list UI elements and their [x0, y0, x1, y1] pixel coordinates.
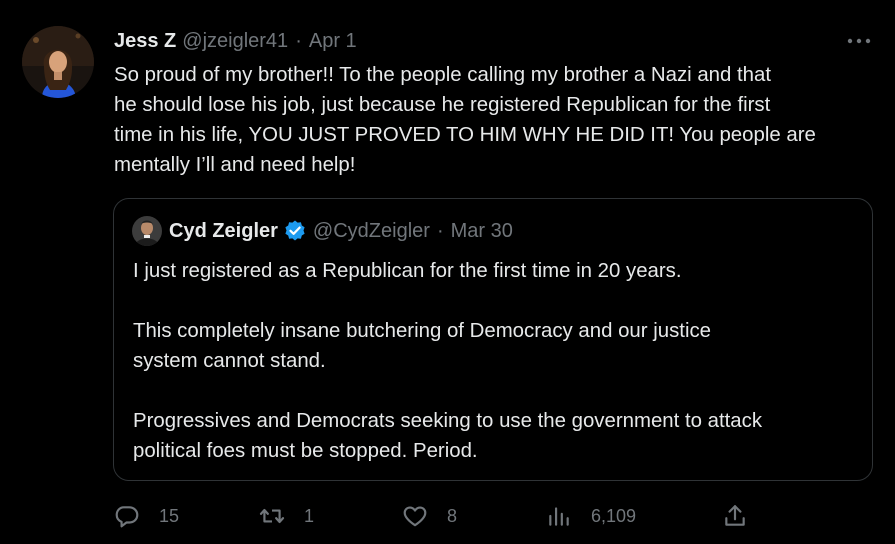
verified-badge-icon	[285, 220, 305, 241]
views-icon	[549, 507, 569, 526]
view-count: 6,109	[591, 505, 637, 526]
more-icon[interactable]	[846, 30, 872, 52]
reply-button[interactable]: 15	[114, 498, 179, 534]
author-handle[interactable]: @jzeigler41	[182, 30, 288, 53]
tweet-header: Jess Z @jzeigler41 · Apr 1	[114, 28, 357, 54]
tweet-text: So proud of my brother!! To the people c…	[114, 64, 816, 176]
header-separator: ·	[295, 29, 302, 52]
quoted-author-handle: @CydZeigler	[312, 219, 430, 242]
author-avatar[interactable]	[22, 26, 94, 98]
quoted-header-separator: ·	[436, 219, 444, 242]
quoted-tweet-date: Mar 30	[450, 219, 513, 242]
retweet-icon	[259, 508, 285, 524]
like-count: 8	[447, 505, 458, 526]
views-button[interactable]: 6,109	[546, 498, 636, 534]
retweet-count: 1	[304, 505, 315, 526]
retweet-button[interactable]: 1	[259, 498, 314, 534]
heart-icon	[403, 506, 427, 527]
like-button[interactable]: 8	[402, 498, 457, 534]
quoted-tweet-text: I just registered as a Republican for th…	[133, 260, 763, 462]
share-button[interactable]	[722, 498, 748, 534]
author-display-name[interactable]: Jess Z	[114, 30, 176, 53]
quoted-author-avatar	[132, 216, 162, 246]
tweet[interactable]: Jess Z @jzeigler41 · Apr 1 So proud of m…	[0, 0, 895, 544]
quoted-tweet[interactable]: Cyd Zeigler @CydZeigler · Mar 30 I just …	[113, 198, 873, 481]
share-icon	[725, 505, 745, 526]
tweet-date[interactable]: Apr 1	[309, 30, 357, 53]
tweet-actions: 15 1 8 6,109	[114, 498, 874, 534]
quoted-author-display-name: Cyd Zeigler	[169, 219, 278, 242]
reply-count: 15	[159, 505, 180, 526]
quoted-tweet-header: Cyd Zeigler @CydZeigler · Mar 30	[132, 216, 513, 246]
reply-icon	[115, 506, 139, 528]
